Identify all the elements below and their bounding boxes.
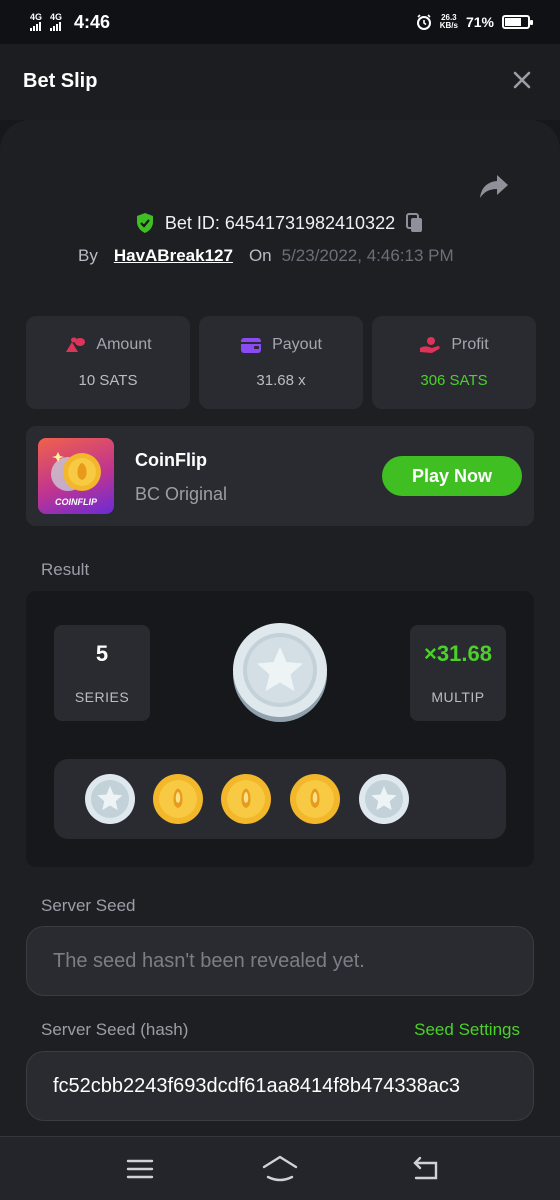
silver-star-coin-icon: [359, 774, 409, 824]
by-label: By: [78, 246, 98, 265]
bet-byline: By HavABreak127 On 5/23/2022, 4:46:13 PM: [78, 246, 454, 266]
gold-coin-icon: [153, 774, 203, 824]
server-seed-label: Server Seed: [41, 896, 136, 915]
game-card: COINFLIP CoinFlip BC Original Play Now: [26, 426, 534, 526]
wallet-icon: [241, 338, 262, 353]
server-seed-field[interactable]: The seed hasn't been revealed yet.: [26, 926, 534, 996]
page-title: Bet Slip: [23, 70, 98, 92]
share-icon[interactable]: [478, 172, 510, 200]
signal-bars-icon: [30, 22, 41, 31]
stat-payout: Payout 31.68 x: [199, 316, 363, 409]
username-link[interactable]: HavABreak127: [114, 246, 233, 266]
result-panel: 5 SERIES ×31.68 MULTIP: [26, 591, 534, 867]
series-box: 5 SERIES: [54, 625, 150, 721]
stat-value: 306 SATS: [420, 372, 488, 389]
battery-icon: [502, 15, 533, 29]
gold-coin-icon: [290, 774, 340, 824]
close-icon[interactable]: [510, 68, 534, 92]
thumbnail-label: COINFLIP: [55, 497, 97, 507]
stat-amount: Amount 10 SATS: [26, 316, 190, 409]
game-subtitle: BC Original: [135, 484, 228, 504]
hand-coin-icon: [420, 337, 440, 353]
status-right: 26.3 KB/s 71%: [416, 14, 533, 30]
copy-icon[interactable]: [405, 212, 425, 234]
game-name: CoinFlip: [135, 450, 207, 470]
coin-results-row: [54, 759, 506, 839]
multiplier-box: ×31.68 MULTIP: [410, 625, 506, 721]
stat-label: Amount: [96, 336, 152, 353]
stat-label: Payout: [272, 336, 322, 353]
clock: 4:46: [74, 11, 111, 32]
result-label: Result: [41, 560, 90, 579]
multiplier-label: MULTIP: [431, 689, 485, 705]
silver-star-coin-icon: [85, 774, 135, 824]
network-type-label: 4G: [30, 12, 43, 22]
bet-id: Bet ID: 64541731982410322: [164, 212, 396, 233]
network-indicator-2: 4G: [50, 13, 62, 31]
menu-icon[interactable]: [124, 1153, 156, 1185]
series-label: SERIES: [74, 689, 130, 705]
series-value: 5: [95, 641, 109, 666]
seed-settings-link[interactable]: Seed Settings: [414, 1020, 520, 1040]
status-bar: 4G 4G 4:46 26.3 KB/s 71%: [0, 0, 560, 44]
network-indicator-1: 4G: [30, 13, 42, 31]
coins-icon: [66, 337, 86, 352]
game-thumbnail[interactable]: COINFLIP: [38, 438, 114, 514]
play-now-button[interactable]: Play Now: [382, 456, 522, 496]
multiplier-value: ×31.68: [424, 641, 492, 666]
on-label: On: [248, 246, 272, 265]
stat-value: 10 SATS: [78, 372, 138, 389]
battery-percent: 71%: [465, 14, 494, 30]
network-speed: 26.3 KB/s: [440, 14, 458, 30]
speed-unit: KB/s: [439, 21, 458, 30]
network-type-label: 4G: [50, 12, 63, 22]
signal-bars-icon: [50, 22, 62, 31]
system-nav-bar: [0, 1136, 560, 1200]
home-icon[interactable]: [262, 1153, 298, 1185]
shield-check-icon: [136, 213, 153, 233]
silver-star-coin-icon: [233, 623, 327, 722]
bet-stats: Amount 10 SATS Payout 31.68 x Profit 306…: [26, 316, 536, 409]
stat-label: Profit: [451, 336, 489, 353]
alarm-icon: [416, 14, 431, 30]
server-seed-hash-field[interactable]: fc52cbb2243f693dcdf61aa8414f8b474338ac3: [26, 1051, 534, 1121]
gold-coin-icon: [221, 774, 271, 824]
modal-header: Bet Slip: [0, 44, 560, 120]
bet-date: 5/23/2022, 4:46:13 PM: [281, 246, 454, 265]
stat-value: 31.68 x: [256, 372, 306, 389]
server-seed-hash-label: Server Seed (hash): [41, 1020, 189, 1039]
coin-art-icon: [51, 452, 101, 491]
bet-id-row: Bet ID: 64541731982410322: [0, 212, 560, 234]
stat-profit: Profit 306 SATS: [372, 316, 536, 409]
status-left: 4G 4G 4:46: [30, 12, 110, 33]
back-icon[interactable]: [410, 1153, 442, 1185]
